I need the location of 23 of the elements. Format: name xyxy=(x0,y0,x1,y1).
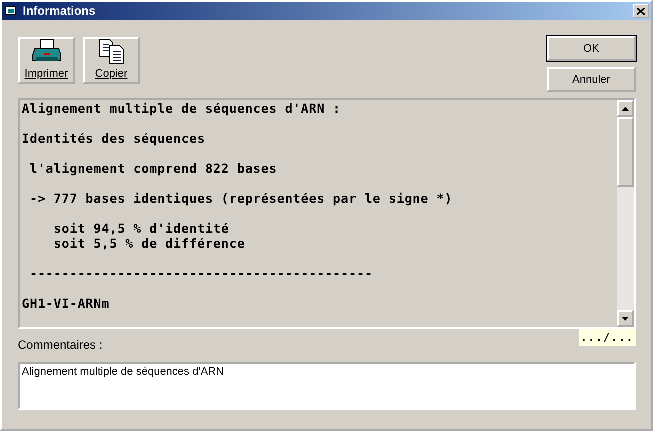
report-line: GH1-VI-ARNm xyxy=(22,296,110,311)
window-icon xyxy=(5,5,19,17)
cancel-button[interactable]: Annuler xyxy=(547,67,636,92)
copy-icon xyxy=(98,39,126,65)
report-line: Alignement multiple de séquences d'ARN : xyxy=(22,102,342,116)
comments-field[interactable]: Alignement multiple de séquences d'ARN xyxy=(18,362,636,410)
close-button[interactable] xyxy=(633,4,649,18)
report-line: Identités des séquences xyxy=(22,132,206,146)
print-button[interactable]: Imprimer xyxy=(18,37,75,84)
scroll-up-icon xyxy=(622,106,629,110)
copy-button[interactable]: Copier xyxy=(83,37,140,84)
vertical-scrollbar[interactable] xyxy=(617,100,634,327)
close-icon xyxy=(637,8,645,14)
scroll-down-icon xyxy=(622,316,629,320)
report-line: l'alignement comprend 822 bases xyxy=(28,162,278,176)
ok-button[interactable]: OK xyxy=(547,36,636,61)
comments-label: Commentaires : xyxy=(18,338,103,352)
report-line: ------------------------------------------- xyxy=(28,266,373,281)
page-indicator: .../... xyxy=(578,329,636,346)
window-title: Informations xyxy=(23,4,97,18)
report-line: -> 777 bases identiques (représentées par le signe *) xyxy=(28,192,453,206)
report-line: soit 5,5 % de différence xyxy=(52,236,246,251)
report-line: soit 94,5 % d'identité xyxy=(52,222,230,236)
